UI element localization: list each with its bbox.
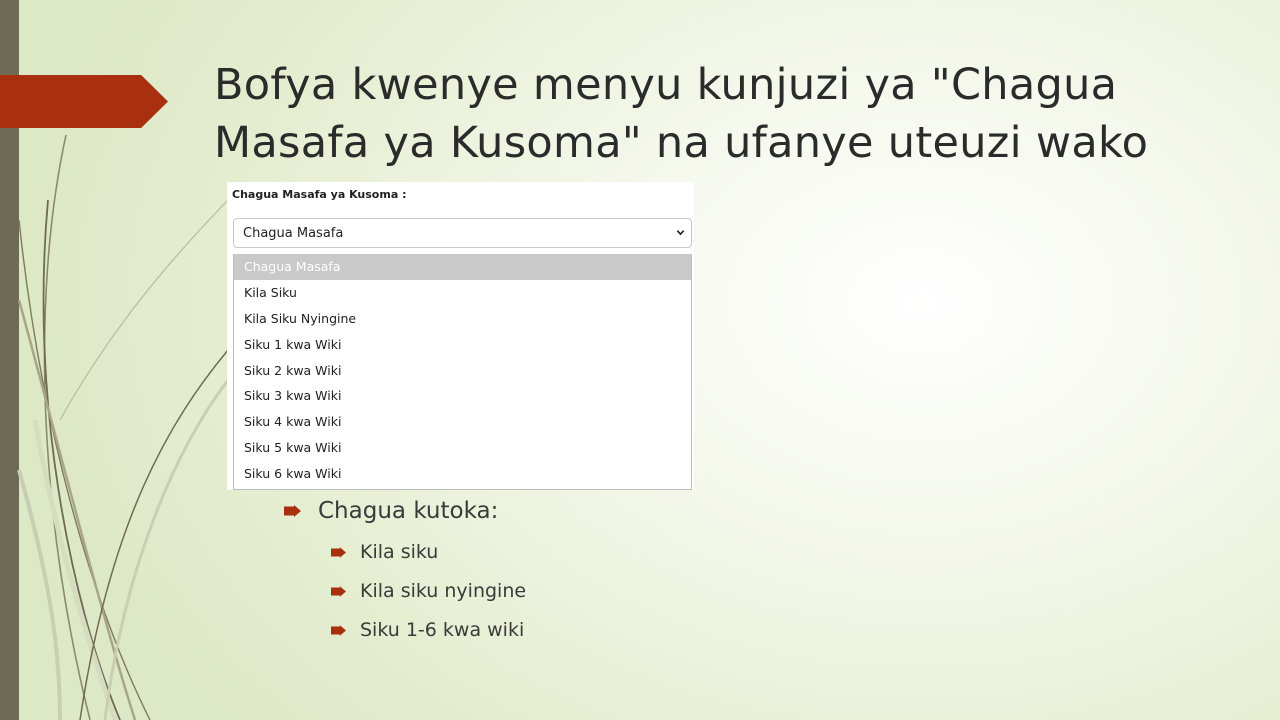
dropdown-screenshot: Chagua Masafa ya Kusoma : Chagua Masafa … — [227, 182, 694, 490]
arrow-bullet-icon — [331, 546, 346, 558]
bullet-sub-text: Siku 1-6 kwa wiki — [360, 619, 525, 641]
frequency-select[interactable]: Chagua Masafa — [233, 218, 692, 248]
arrow-bullet-icon — [284, 505, 301, 517]
select-value: Chagua Masafa — [243, 225, 344, 241]
option-siku-5-kwa-wiki[interactable]: Siku 5 kwa Wiki — [234, 435, 691, 461]
option-kila-siku[interactable]: Kila Siku — [234, 280, 691, 306]
option-chagua-masafa[interactable]: Chagua Masafa — [234, 254, 691, 280]
title-accent-arrow — [0, 75, 168, 128]
bullet-sub-1: Kila siku — [331, 541, 438, 563]
frequency-label: Chagua Masafa ya Kusoma : — [232, 188, 407, 201]
slide-title: Bofya kwenye menyu kunjuzi ya "Chagua Ma… — [214, 60, 1149, 168]
option-siku-1-kwa-wiki[interactable]: Siku 1 kwa Wiki — [234, 332, 691, 358]
dropdown-options-list: Chagua Masafa Kila Siku Kila Siku Nyingi… — [233, 254, 692, 490]
option-siku-6-kwa-wiki[interactable]: Siku 6 kwa Wiki — [234, 461, 691, 487]
bullet-sub-text: Kila siku — [360, 541, 439, 563]
bullet-main-text: Chagua kutoka: — [318, 498, 499, 524]
option-siku-4-kwa-wiki[interactable]: Siku 4 kwa Wiki — [234, 409, 691, 435]
bullet-sub-2: Kila siku nyingine — [331, 580, 526, 602]
option-siku-3-kwa-wiki[interactable]: Siku 3 kwa Wiki — [234, 383, 691, 409]
arrow-bullet-icon — [331, 585, 346, 597]
option-siku-2-kwa-wiki[interactable]: Siku 2 kwa Wiki — [234, 358, 691, 384]
bullet-sub-3: Siku 1-6 kwa wiki — [331, 619, 524, 641]
chevron-down-icon — [676, 230, 685, 236]
arrow-bullet-icon — [331, 624, 346, 636]
bullet-main: Chagua kutoka: — [284, 498, 498, 524]
bullet-sub-text: Kila siku nyingine — [360, 580, 527, 602]
option-kila-siku-nyingine[interactable]: Kila Siku Nyingine — [234, 306, 691, 332]
